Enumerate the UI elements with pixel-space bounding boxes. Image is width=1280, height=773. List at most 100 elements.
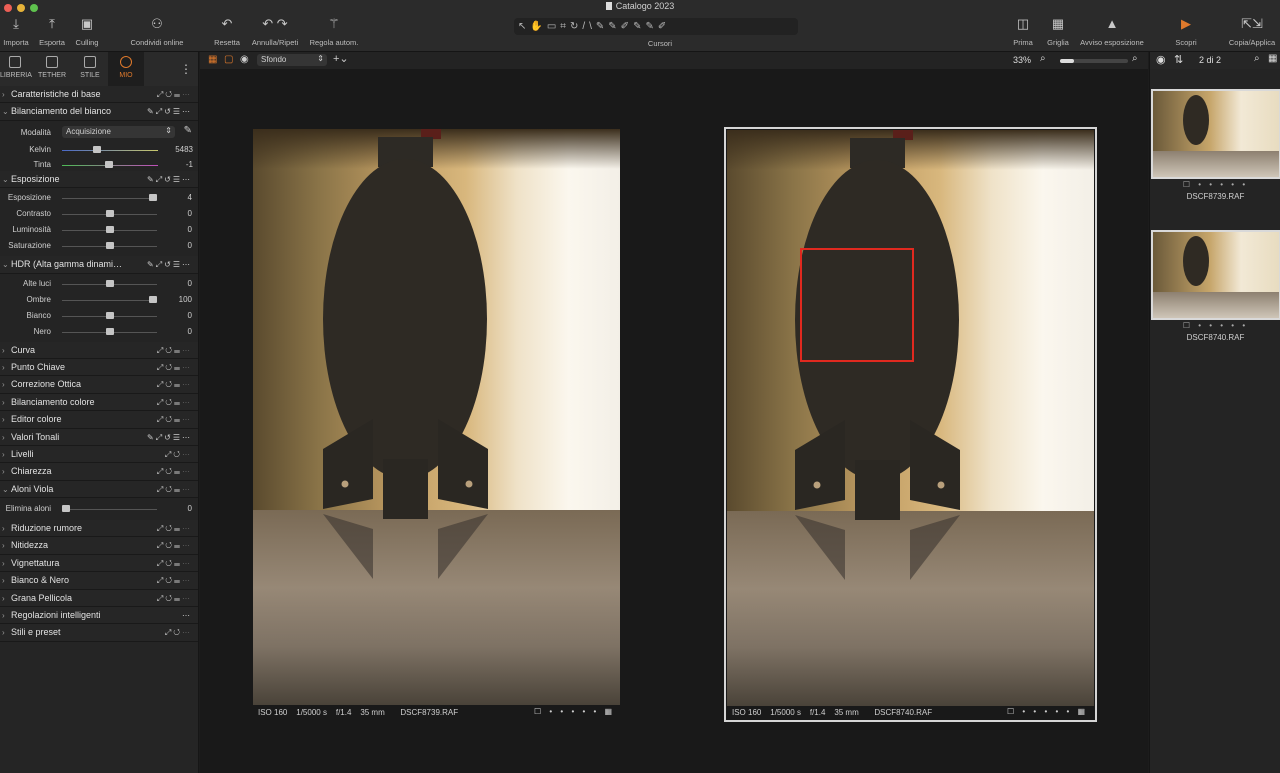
section-sharpening[interactable]: › Nitidezza ⤢↺☰⋯ (0, 537, 198, 555)
defringe-slider-handle[interactable] (62, 505, 70, 513)
zoom-slider-fill[interactable] (1060, 59, 1074, 63)
grid-button[interactable]: ▦ Griglia (1044, 16, 1072, 47)
hdr-slider-handle[interactable] (105, 311, 114, 319)
rotate-cursor-icon[interactable]: ↻ (570, 21, 582, 32)
gradient-cursor-icon[interactable]: ✎ (645, 21, 657, 32)
copy-apply-button[interactable]: ⇱⇲ Copia/Applica (1226, 16, 1278, 47)
tint-slider-handle[interactable] (105, 160, 113, 168)
section-actions[interactable]: ✎⤢↺☰⋯ (147, 103, 192, 120)
import-button[interactable]: ⤓ Importa (0, 16, 32, 47)
tint-value[interactable]: -1 (186, 160, 193, 169)
exposure-slider-handle[interactable] (105, 242, 114, 250)
photo-right-rating[interactable]: ☐ • • • • • ▦ (1007, 707, 1088, 716)
section-vignetting[interactable]: › Vignettatura ⤢↺☰⋯ (0, 554, 198, 573)
tab-style[interactable]: STILE (76, 56, 104, 79)
photo-left[interactable] (253, 129, 620, 705)
loupe-cursor-icon[interactable]: ▭ (547, 21, 560, 32)
crop-cursor-icon[interactable]: ⌗ (560, 21, 570, 32)
heal-cursor-icon[interactable]: ✎ (608, 21, 620, 32)
section-actions[interactable]: ⤢↺☰⋯ (157, 537, 192, 554)
hdr-value[interactable]: 100 (179, 295, 192, 304)
section-actions[interactable]: ✎⤢↺☰⋯ (147, 171, 192, 188)
section-film-grain[interactable]: › Grana Pellicola ⤢↺☰⋯ (0, 589, 198, 608)
export-button[interactable]: ⤒ Esporta (36, 16, 68, 47)
section-hdr[interactable]: ⌄ HDR (Alta gamma dinami… ✎⤢↺☰⋯ (0, 256, 198, 274)
section-curve[interactable]: › Curva ⤢↺☰⋯ (0, 341, 198, 359)
auto-adjust-button[interactable]: ⚚ Regola autom. (308, 16, 360, 47)
section-smart-adjustments[interactable]: › Regolazioni intelligenti ⋯ (0, 607, 198, 625)
section-actions[interactable]: ⤢↺☰⋯ (157, 555, 192, 572)
undo-redo-button[interactable]: ↶ ↷ Annulla/Ripeti (250, 16, 300, 47)
background-select[interactable]: Sfondo ⇕ (257, 54, 327, 66)
grid-view-icon[interactable]: ▦ (1268, 53, 1277, 64)
section-actions[interactable]: ⤢↺☰⋯ (157, 572, 192, 589)
hdr-value[interactable]: 0 (188, 327, 192, 336)
pan-cursor-icon[interactable]: ✋ (530, 21, 546, 32)
kelvin-slider-handle[interactable] (93, 145, 101, 153)
brush-cursor-icon[interactable]: ✎ (633, 21, 645, 32)
section-actions[interactable]: ⤢↺☰⋯ (157, 342, 192, 359)
section-key-point[interactable]: › Punto Chiave ⤢↺☰⋯ (0, 358, 198, 377)
section-actions[interactable]: ⤢↺☰⋯ (157, 376, 192, 393)
section-color-balance[interactable]: › Bilanciamento colore ⤢↺☰⋯ (0, 393, 198, 412)
hdr-value[interactable]: 0 (188, 311, 192, 320)
zoom-in-icon[interactable]: ⌕ (1132, 53, 1138, 64)
hdr-slider-handle[interactable] (105, 327, 114, 335)
section-tonal-values[interactable]: › Valori Tonali ✎⤢↺☰⋯ (0, 428, 198, 446)
focus-mask-selection[interactable] (800, 248, 914, 362)
zoom-out-icon[interactable]: ⌕ (1040, 53, 1046, 64)
proof-view-icon[interactable]: ◉ (240, 54, 249, 65)
section-actions[interactable]: ⤢↺☰⋯ (157, 394, 192, 411)
eyedropper-icon[interactable]: ✎ (184, 125, 192, 136)
section-actions[interactable]: ⤢↺⋯ (165, 624, 192, 641)
search-icon[interactable]: ⌕ (1254, 53, 1260, 64)
exposure-warning-button[interactable]: ▲ Avviso esposizione (1078, 16, 1146, 47)
section-styles-presets[interactable]: › Stili e preset ⤢↺⋯ (0, 624, 198, 642)
discover-button[interactable]: ▶ Scopri (1172, 16, 1200, 47)
photo-right[interactable] (727, 130, 1094, 706)
section-levels[interactable]: › Livelli ⤢↺⋯ (0, 445, 198, 464)
thumbnail-2[interactable] (1151, 230, 1280, 320)
before-button[interactable]: ◫ Prima (1008, 16, 1038, 47)
defringe-value[interactable]: 0 (188, 504, 192, 513)
exposure-slider-handle[interactable] (105, 210, 114, 218)
section-actions[interactable]: ⤢↺⋯ (165, 446, 192, 463)
exposure-value[interactable]: 0 (188, 209, 192, 218)
section-noise-reduction[interactable]: › Riduzione rumore ⤢↺☰⋯ (0, 520, 198, 538)
culling-button[interactable]: ▣ Culling (72, 16, 102, 47)
zoom-slider[interactable] (1060, 59, 1128, 63)
exposure-value[interactable]: 0 (188, 241, 192, 250)
photo-left-rating[interactable]: ☐ • • • • • ▦ (534, 707, 615, 716)
section-actions[interactable]: ⤢↺☰⋯ (157, 520, 192, 537)
share-online-button[interactable]: ⚇ Condividi online (128, 16, 186, 47)
sort-icon[interactable]: ⇅ (1174, 53, 1183, 66)
more-options-icon[interactable]: ⋮ (180, 62, 192, 76)
kelvin-slider[interactable] (62, 149, 158, 151)
exposure-value[interactable]: 0 (188, 225, 192, 234)
thumbnail-2-rating[interactable]: ☐ • • • • • (1150, 321, 1280, 330)
cursor-tools[interactable]: ↖✋▭⌗↻/\✎✎✐✎✎✐ (514, 18, 798, 35)
section-exposure[interactable]: ⌄ Esposizione ✎⤢↺☰⋯ (0, 170, 198, 189)
select-cursor-icon[interactable]: ↖ (518, 21, 530, 32)
section-color-editor[interactable]: › Editor colore ⤢↺☰⋯ (0, 411, 198, 429)
section-actions[interactable]: ✎⤢↺☰⋯ (147, 429, 192, 446)
section-actions[interactable]: ✎⤢↺☰⋯ (147, 256, 192, 273)
wb-mode-select[interactable]: Acquisizione ⇕ (62, 125, 175, 138)
exposure-slider-handle[interactable] (149, 194, 157, 202)
hdr-slider-handle[interactable] (149, 295, 157, 303)
tab-tether[interactable]: TETHER (36, 56, 68, 79)
section-black-white[interactable]: › Bianco & Nero ⤢↺☰⋯ (0, 572, 198, 590)
annotate-cursor-icon[interactable]: ✐ (658, 21, 670, 32)
section-actions[interactable]: ⤢↺☰⋯ (157, 359, 192, 376)
section-actions[interactable]: ⤢↺☰⋯ (157, 481, 192, 498)
section-actions[interactable]: ⤢↺☰⋯ (157, 86, 192, 103)
section-actions[interactable]: ⤢↺☰⋯ (157, 463, 192, 480)
defringe-slider[interactable] (62, 509, 157, 511)
hdr-slider-handle[interactable] (105, 279, 114, 287)
single-view-icon[interactable]: ▢ (224, 54, 233, 65)
tab-library[interactable]: LIBRERIA (0, 56, 32, 79)
section-lens-correction[interactable]: › Correzione Ottica ⤢↺☰⋯ (0, 376, 198, 394)
exposure-slider-handle[interactable] (105, 226, 114, 234)
section-purple-fringe[interactable]: ⌄ Aloni Viola ⤢↺☰⋯ (0, 480, 198, 499)
picker-cursor-icon[interactable]: ✎ (596, 21, 608, 32)
